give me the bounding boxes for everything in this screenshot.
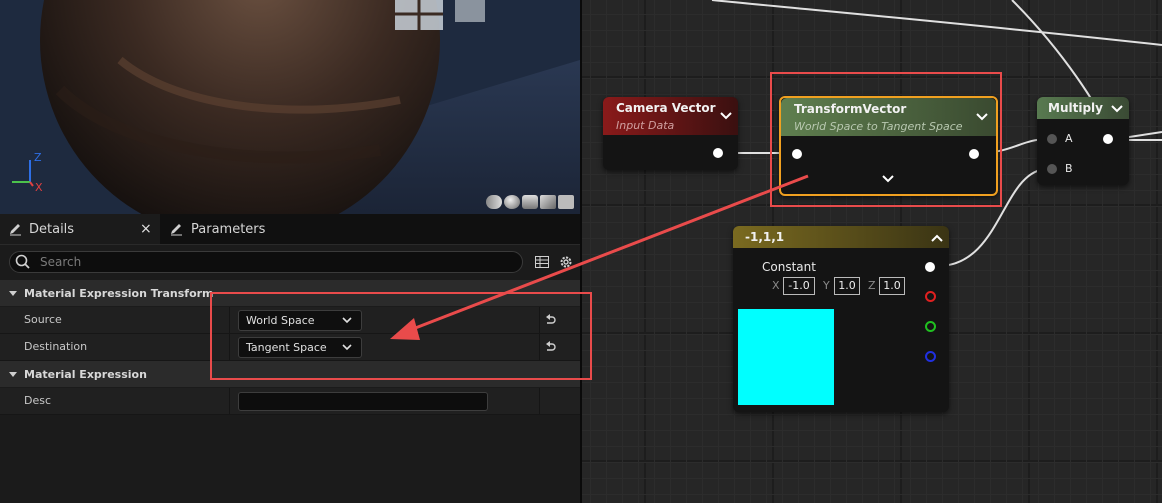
teapot-icon[interactable] — [558, 195, 574, 209]
search-row — [0, 245, 580, 277]
chevron-down-icon[interactable] — [720, 112, 732, 120]
property-row-desc: Desc — [0, 388, 580, 415]
plane-icon[interactable] — [522, 195, 538, 209]
close-icon[interactable]: × — [140, 221, 152, 237]
output-pin-r[interactable] — [925, 291, 936, 302]
parameters-icon — [169, 222, 183, 236]
axis-label-x: X — [35, 181, 43, 194]
property-label-desc: Desc — [24, 394, 52, 407]
component-axis-x: X — [772, 279, 780, 292]
component-axis-z: Z — [868, 279, 876, 292]
section-title: Material Expression — [24, 367, 147, 381]
pin-label-a: A — [1065, 132, 1073, 145]
collapse-arrow-icon — [9, 291, 17, 296]
highlight-box-properties — [210, 292, 592, 380]
chevron-down-icon[interactable] — [1111, 105, 1123, 113]
search-box[interactable] — [9, 251, 523, 273]
pencil-icon — [8, 222, 22, 236]
tab-details[interactable]: Details × — [0, 214, 160, 244]
material-preview-viewport[interactable]: Z X — [0, 0, 580, 214]
axis-label-z: Z — [34, 151, 42, 164]
gear-icon[interactable] — [558, 254, 574, 270]
component-value-z[interactable]: 1.0 — [879, 277, 905, 295]
property-label-source: Source — [24, 313, 62, 326]
output-pin-rgb[interactable] — [925, 262, 935, 272]
preview-sphere-scene — [0, 0, 580, 214]
collapse-arrow-icon — [9, 372, 17, 377]
search-icon — [15, 254, 30, 269]
node-constant[interactable]: -1,1,1 Constant X -1.0 Y 1.0 Z 1.0 — [733, 226, 949, 412]
node-camera-vector[interactable]: Camera Vector Input Data — [603, 97, 738, 170]
input-pin-b[interactable] — [1047, 164, 1057, 174]
output-pin-g[interactable] — [925, 321, 936, 332]
color-preview-swatch — [738, 309, 834, 405]
sphere-icon[interactable] — [504, 195, 520, 209]
tab-parameters[interactable]: Parameters — [160, 214, 300, 244]
cube-icon[interactable] — [540, 195, 556, 209]
cylinder-icon[interactable] — [486, 195, 502, 209]
component-value-x[interactable]: -1.0 — [783, 277, 815, 295]
output-pin[interactable] — [713, 148, 723, 158]
component-axis-y: Y — [823, 279, 830, 292]
section-title: Material Expression Transform — [24, 286, 214, 300]
node-subtitle: Input Data — [616, 119, 675, 132]
output-pin[interactable] — [1103, 134, 1113, 144]
details-tab-bar: Details × Parameters — [0, 214, 580, 245]
input-pin-a[interactable] — [1047, 134, 1057, 144]
component-value-y[interactable]: 1.0 — [834, 277, 860, 295]
node-title: -1,1,1 — [745, 230, 785, 244]
preview-shape-toolbar — [486, 195, 578, 211]
chevron-up-icon[interactable] — [931, 234, 943, 242]
desc-input[interactable] — [238, 392, 488, 411]
table-view-icon[interactable] — [534, 254, 550, 270]
node-multiply[interactable]: Multiply A B — [1037, 97, 1129, 185]
property-label-destination: Destination — [24, 340, 88, 353]
node-title: Camera Vector — [616, 101, 716, 115]
search-input[interactable] — [38, 253, 512, 271]
output-pin-b[interactable] — [925, 351, 936, 362]
pin-label-b: B — [1065, 162, 1073, 175]
tab-details-label: Details — [29, 221, 75, 237]
tab-parameters-label: Parameters — [191, 221, 266, 237]
node-title: Multiply — [1048, 101, 1103, 115]
constant-label: Constant — [762, 260, 816, 274]
highlight-box-transform-node — [770, 72, 1002, 207]
